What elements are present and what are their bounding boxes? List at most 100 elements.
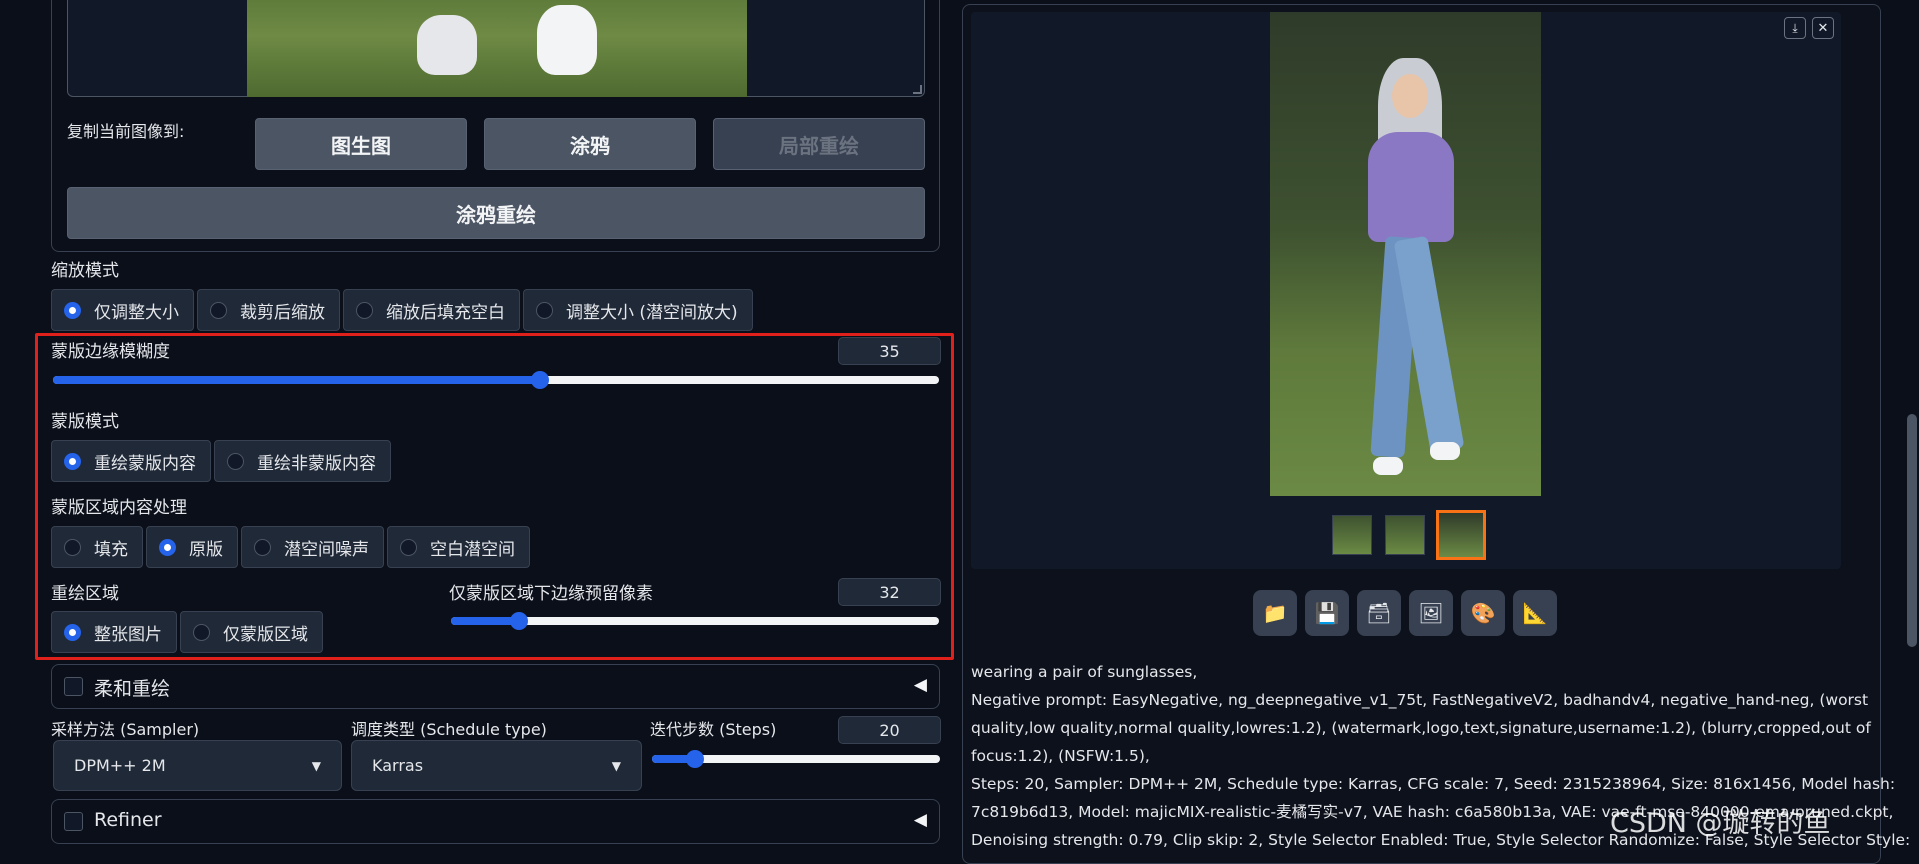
collapse-arrow-icon[interactable]: ◀	[914, 675, 927, 695]
folder-icon: 📁	[1262, 601, 1288, 625]
ruler-button[interactable]: 📐	[1513, 590, 1557, 636]
inpaint-area-group: 整张图片 仅蒙版区域	[51, 611, 326, 653]
steps-slider[interactable]	[652, 750, 940, 768]
gallery-thumbnail[interactable]	[1332, 515, 1372, 555]
gallery: ⤓ ✕	[971, 12, 1841, 569]
save-button[interactable]: 💾	[1305, 590, 1349, 636]
chevron-down-icon: ▼	[311, 758, 321, 773]
resize-handle-icon[interactable]	[913, 85, 922, 94]
masked-content-label: 蒙版区域内容处理	[51, 498, 187, 518]
resize-mode-label: 缩放模式	[51, 261, 119, 281]
radio-icon	[400, 538, 417, 556]
copy-to-sketch-button[interactable]: 涂鸦	[484, 118, 696, 170]
radio-selected-icon	[64, 301, 81, 319]
resize-mode-option[interactable]: 调整大小 (潜空间放大)	[523, 289, 753, 331]
folder-button[interactable]: 📁	[1253, 590, 1297, 636]
scrollbar-thumb[interactable]	[1907, 414, 1917, 647]
resize-mode-option[interactable]: 缩放后填充空白	[343, 289, 520, 331]
radio-icon	[254, 538, 271, 556]
copy-image-label: 复制当前图像到:	[67, 122, 185, 141]
palette-button[interactable]: 🎨	[1461, 590, 1505, 636]
padding-slider[interactable]	[451, 612, 939, 630]
slider-handle[interactable]	[686, 750, 705, 768]
mask-mode-option[interactable]: 重绘非蒙版内容	[214, 440, 391, 482]
slider-fill	[451, 617, 520, 625]
shoe-left	[417, 15, 477, 75]
radio-icon	[193, 623, 210, 641]
soft-inpainting-checkbox[interactable]	[64, 677, 83, 696]
result-image[interactable]	[1270, 12, 1541, 496]
chevron-down-icon: ▼	[611, 758, 621, 773]
generation-info-line: quality,low quality,normal quality,lowre…	[971, 719, 1871, 737]
soft-inpainting-accordion[interactable]: 柔和重绘 ◀	[51, 664, 940, 709]
collapse-arrow-icon[interactable]: ◀	[914, 810, 927, 830]
radio-icon	[64, 538, 81, 556]
copy-to-img2img-button[interactable]: 图生图	[255, 118, 467, 170]
resize-mode-option[interactable]: 裁剪后缩放	[197, 289, 340, 331]
schedule-dropdown[interactable]: Karras ▼	[351, 740, 642, 791]
close-icon[interactable]: ✕	[1812, 17, 1834, 39]
sketch-inpaint-button[interactable]: 涂鸦重绘	[67, 187, 925, 239]
image-button[interactable]: 🖼	[1409, 590, 1453, 636]
image-icon: 🖼	[1418, 601, 1444, 625]
mask-blur-label: 蒙版边缘模糊度	[51, 342, 170, 362]
refiner-accordion[interactable]: Refiner ◀	[51, 799, 940, 844]
inpaint-area-label: 重绘区域	[51, 584, 119, 604]
figure-shoe-left	[1373, 457, 1403, 475]
resize-mode-option[interactable]: 仅调整大小	[51, 289, 194, 331]
padding-input[interactable]: 32	[838, 578, 941, 606]
copy-to-inpaint-button[interactable]: 局部重绘	[713, 118, 925, 170]
canvas-image	[247, 0, 747, 97]
radio-icon	[210, 301, 227, 319]
resize-mode-group: 仅调整大小 裁剪后缩放 缩放后填充空白 调整大小 (潜空间放大)	[51, 289, 756, 331]
radio-selected-icon	[159, 538, 176, 556]
inpaint-area-option[interactable]: 整张图片	[51, 611, 177, 653]
watermark-text: CSDN @璇转的鱼	[1610, 808, 1831, 839]
inpaint-area-option[interactable]: 仅蒙版区域	[180, 611, 323, 653]
mask-mode-label: 蒙版模式	[51, 412, 119, 432]
slider-fill	[53, 376, 541, 384]
sampler-dropdown[interactable]: DPM++ 2M ▼	[53, 740, 342, 791]
figure-face	[1392, 74, 1428, 118]
output-toolbar: 📁 💾 🗃 🖼 🎨 📐	[1253, 590, 1557, 636]
steps-input[interactable]: 20	[838, 716, 941, 744]
shoe-right	[537, 5, 597, 75]
masked-content-option[interactable]: 填充	[51, 526, 143, 568]
mask-blur-slider[interactable]	[53, 371, 939, 389]
masked-content-option[interactable]: 空白潜空间	[387, 526, 530, 568]
refiner-label: Refiner	[94, 809, 162, 831]
zip-icon: 🗃	[1366, 601, 1392, 625]
schedule-value: Karras	[372, 756, 424, 775]
figure-sweater	[1368, 132, 1454, 242]
radio-icon	[536, 301, 553, 319]
gallery-thumbnail[interactable]	[1385, 515, 1425, 555]
ruler-icon: 📐	[1522, 601, 1548, 625]
generation-info-line: Negative prompt: EasyNegative, ng_deepne…	[971, 691, 1869, 709]
radio-selected-icon	[64, 623, 81, 641]
gallery-thumbnail-selected[interactable]	[1436, 510, 1486, 560]
sampler-value: DPM++ 2M	[74, 756, 166, 775]
sampler-label: 采样方法 (Sampler)	[51, 720, 200, 739]
sketch-canvas[interactable]	[67, 0, 925, 97]
masked-content-option[interactable]: 原版	[146, 526, 238, 568]
figure-shoe-right	[1430, 442, 1460, 460]
masked-content-option[interactable]: 潜空间噪声	[241, 526, 384, 568]
save-icon: 💾	[1314, 601, 1340, 625]
masked-content-group: 填充 原版 潜空间噪声 空白潜空间	[51, 526, 533, 568]
schedule-label: 调度类型 (Schedule type)	[351, 720, 547, 739]
radio-selected-icon	[64, 452, 81, 470]
zip-button[interactable]: 🗃	[1357, 590, 1401, 636]
radio-icon	[227, 452, 244, 470]
padding-label: 仅蒙版区域下边缘预留像素	[449, 584, 653, 604]
mask-mode-group: 重绘蒙版内容 重绘非蒙版内容	[51, 440, 394, 482]
download-icon[interactable]: ⤓	[1784, 17, 1806, 39]
soft-inpainting-label: 柔和重绘	[94, 678, 171, 700]
mask-mode-option[interactable]: 重绘蒙版内容	[51, 440, 211, 482]
refiner-checkbox[interactable]	[64, 812, 83, 831]
generation-info-line: Steps: 20, Sampler: DPM++ 2M, Schedule t…	[971, 775, 1896, 793]
palette-icon: 🎨	[1470, 601, 1496, 625]
steps-label: 迭代步数 (Steps)	[650, 720, 777, 739]
generation-info-line: focus:1.2), (NSFW:1.5),	[971, 747, 1150, 765]
radio-icon	[356, 301, 373, 319]
mask-blur-input[interactable]: 35	[838, 337, 941, 365]
